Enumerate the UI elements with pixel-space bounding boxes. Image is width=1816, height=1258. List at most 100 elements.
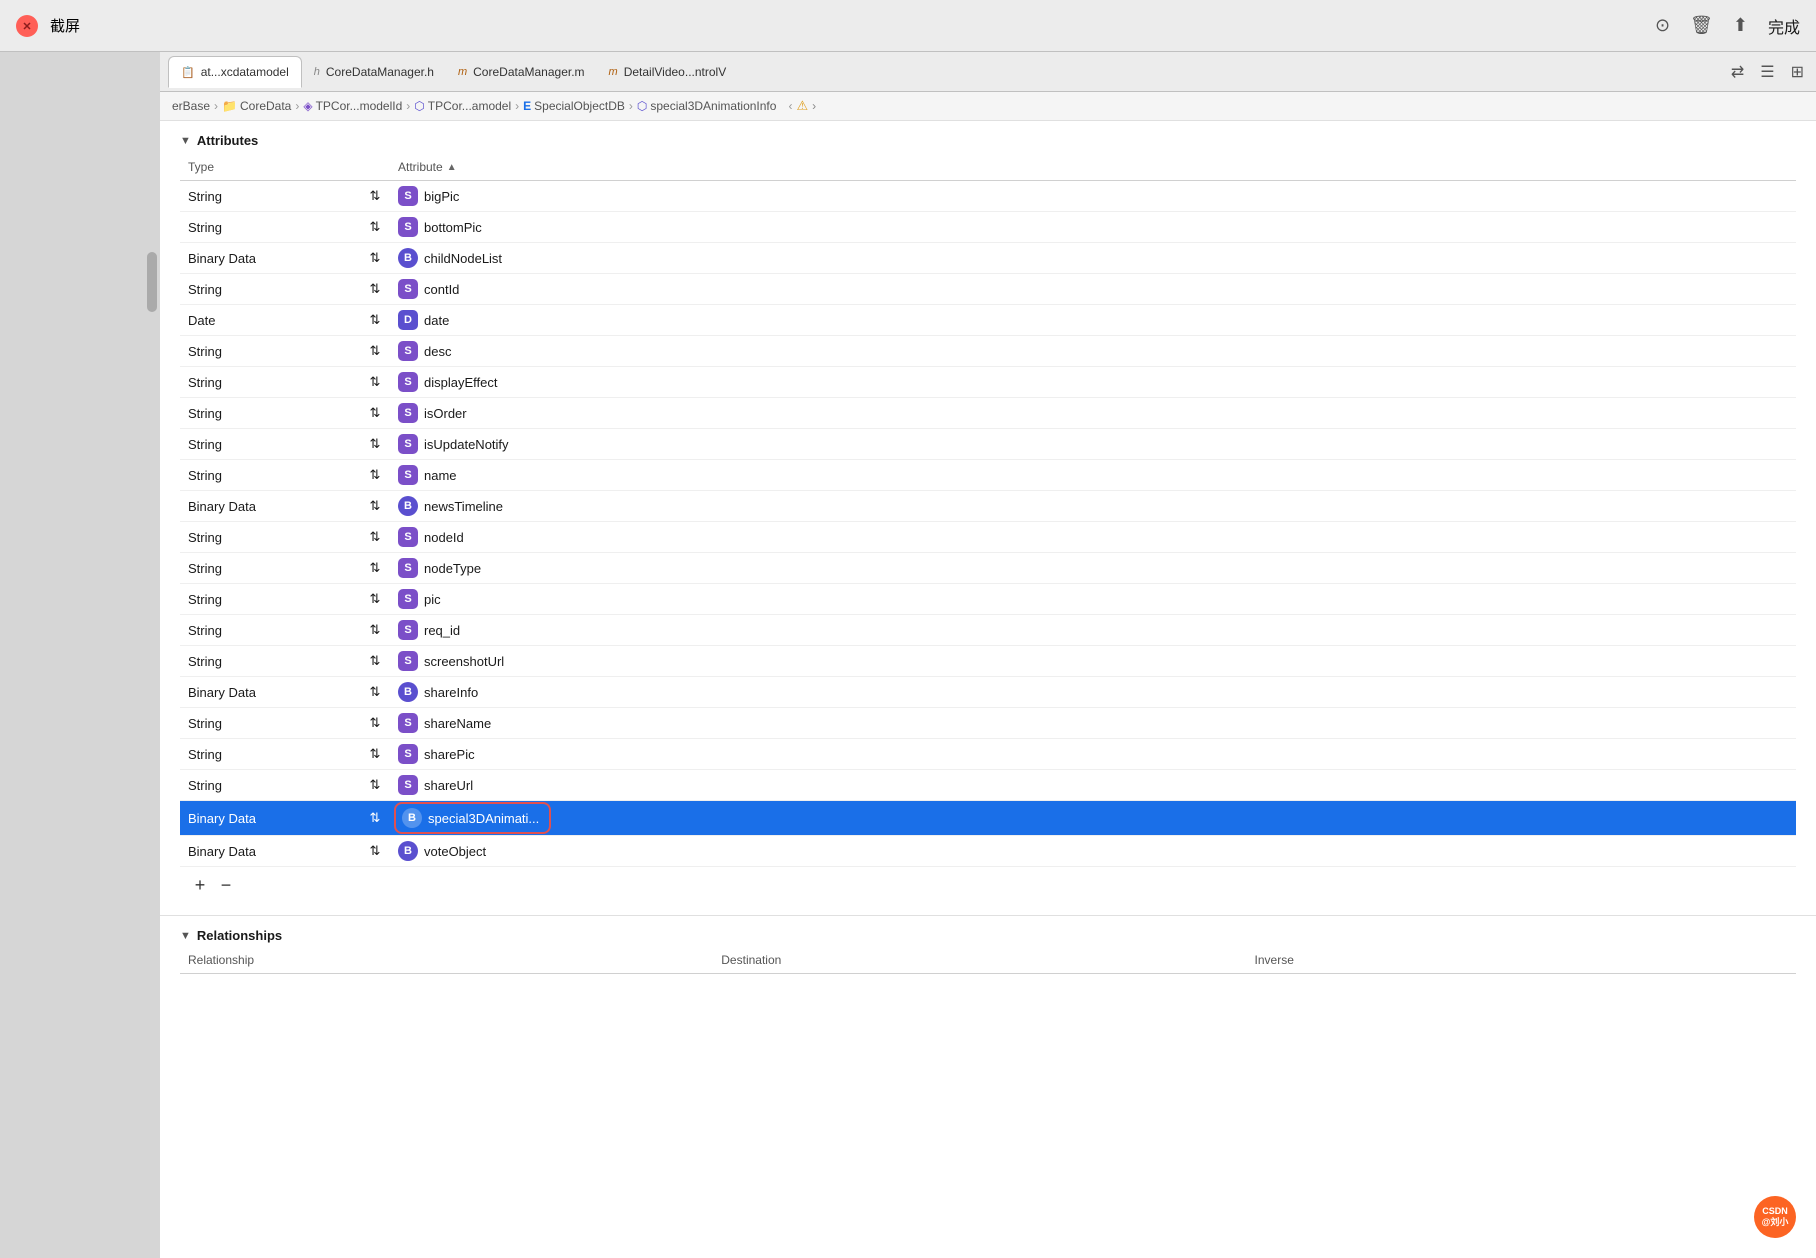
attr-name: shareUrl [424,778,473,793]
attr-stepper[interactable]: ⇅ [360,305,390,336]
attr-stepper[interactable]: ⇅ [360,615,390,646]
table-row[interactable]: String⇅SshareUrl [180,770,1796,801]
attr-name: childNodeList [424,251,502,266]
close-button[interactable] [16,15,38,37]
bc-folder-icon: 📁 [222,99,237,113]
bc-nav-forward[interactable]: › [812,99,816,113]
table-row[interactable]: String⇅SbigPic [180,181,1796,212]
table-row[interactable]: String⇅Sname [180,460,1796,491]
attr-type-cell: Binary Data [180,836,360,867]
attr-stepper[interactable]: ⇅ [360,801,390,836]
table-row[interactable]: String⇅SdisplayEffect [180,367,1796,398]
attr-stepper[interactable]: ⇅ [360,274,390,305]
attr-stepper[interactable]: ⇅ [360,181,390,212]
bc-sep-5: ‹ [788,99,792,113]
user-icon[interactable]: ⊙ [1655,15,1670,36]
attr-type-cell: Binary Data [180,677,360,708]
attr-type-cell: String [180,367,360,398]
table-row[interactable]: Binary Data⇅BshareInfo [180,677,1796,708]
relationships-toggle[interactable]: ▼ [180,930,191,942]
attr-name-cell: Spic [390,584,1796,615]
table-row[interactable]: String⇅SnodeId [180,522,1796,553]
table-row[interactable]: Date⇅Ddate [180,305,1796,336]
add-attribute-button[interactable]: + [188,873,212,897]
remove-attribute-button[interactable]: − [214,873,238,897]
bc-tpcor-modelid-label: TPCor...modelId [316,99,403,113]
attr-type-cell: String [180,429,360,460]
attr-stepper[interactable]: ⇅ [360,429,390,460]
table-row[interactable]: String⇅SshareName [180,708,1796,739]
attr-name: special3DAnimati... [428,811,539,826]
bc-tpcor-modelid[interactable]: ◈ TPCor...modelId [303,99,402,113]
attr-stepper[interactable]: ⇅ [360,491,390,522]
attr-stepper[interactable]: ⇅ [360,677,390,708]
window-title: 截屏 [50,15,80,36]
attr-badge: S [398,589,418,609]
attr-badge: B [402,808,422,828]
editor-options-button[interactable]: ☰ [1756,60,1778,84]
table-row[interactable]: Binary Data⇅BvoteObject [180,836,1796,867]
attr-name-cell: SnodeId [390,522,1796,553]
bc-coredata[interactable]: 📁 CoreData [222,99,291,113]
table-row[interactable]: String⇅SsharePic [180,739,1796,770]
table-row[interactable]: Binary Data⇅BnewsTimeline [180,491,1796,522]
table-row[interactable]: String⇅Sreq_id [180,615,1796,646]
attr-stepper[interactable]: ⇅ [360,336,390,367]
bc-tpcor-amodel[interactable]: ⬡ TPCor...amodel [414,99,511,113]
bc-sep-4: › [629,99,633,113]
share-icon[interactable]: ⬆ [1733,15,1748,36]
attr-stepper[interactable]: ⇅ [360,553,390,584]
bc-warning-icon: ⚠ [796,98,808,114]
table-row[interactable]: String⇅ScontId [180,274,1796,305]
scroll-thumb[interactable] [147,252,157,312]
table-row[interactable]: String⇅Sdesc [180,336,1796,367]
attr-name: sharePic [424,747,475,762]
attr-stepper[interactable]: ⇅ [360,708,390,739]
attr-type-cell: String [180,460,360,491]
bc-erbase[interactable]: erBase [172,99,210,113]
attr-stepper[interactable]: ⇅ [360,522,390,553]
bc-special3d[interactable]: ⬡ special3DAnimationInfo [637,99,777,113]
table-row[interactable]: String⇅SisUpdateNotify [180,429,1796,460]
attributes-toggle[interactable]: ▼ [180,135,191,147]
attr-badge: S [398,434,418,454]
add-editor-button[interactable]: ⊞ [1787,60,1808,84]
attr-stepper[interactable]: ⇅ [360,739,390,770]
bc-special3d-label: special3DAnimationInfo [650,99,776,113]
attr-type-cell: String [180,398,360,429]
attr-stepper[interactable]: ⇅ [360,367,390,398]
attr-type-cell: String [180,708,360,739]
attr-stepper[interactable]: ⇅ [360,243,390,274]
done-button[interactable]: 完成 [1768,14,1800,38]
tab-icon-0: 📋 [181,66,195,79]
tab-xcdatamodel[interactable]: 📋 at...xcdatamodel [168,56,302,88]
attr-stepper[interactable]: ⇅ [360,398,390,429]
table-row[interactable]: String⇅Spic [180,584,1796,615]
table-row[interactable]: Binary Data⇅BchildNodeList [180,243,1796,274]
attr-stepper[interactable]: ⇅ [360,770,390,801]
attr-name-cell: SshareName [390,708,1796,739]
attr-badge: S [398,620,418,640]
table-row[interactable]: String⇅SbottomPic [180,212,1796,243]
table-row[interactable]: String⇅SisOrder [180,398,1796,429]
tab-coredatamanager-h[interactable]: h CoreDataManager.h [302,56,446,88]
attributes-table: Type Attribute ▲ String⇅SbigPicString⇅Sb… [180,156,1796,867]
attr-stepper[interactable]: ⇅ [360,460,390,491]
content-area: ▼ Attributes Type Attribute ▲ [160,121,1816,1258]
table-row[interactable]: String⇅SnodeType [180,553,1796,584]
col-attribute[interactable]: Attribute ▲ [390,156,1796,181]
attr-stepper[interactable]: ⇅ [360,836,390,867]
swap-editors-button[interactable]: ⇄ [1727,60,1748,84]
attr-stepper[interactable]: ⇅ [360,584,390,615]
attr-stepper[interactable]: ⇅ [360,646,390,677]
bc-entity-icon-0: ◈ [303,99,312,113]
trash-icon[interactable]: 🗑 [1690,15,1713,36]
tab-coredatamanager-m[interactable]: m CoreDataManager.m [446,56,597,88]
table-row[interactable]: String⇅SscreenshotUrl [180,646,1796,677]
rel-table-headers: Relationship Destination Inverse [180,951,1796,974]
bc-specialobjectdb[interactable]: E SpecialObjectDB [523,99,625,113]
attributes-header: ▼ Attributes [180,133,1796,148]
attr-stepper[interactable]: ⇅ [360,212,390,243]
table-row[interactable]: Binary Data⇅Bspecial3DAnimati... [180,801,1796,836]
tab-detailvideo[interactable]: m DetailVideo...ntrolV [597,56,739,88]
